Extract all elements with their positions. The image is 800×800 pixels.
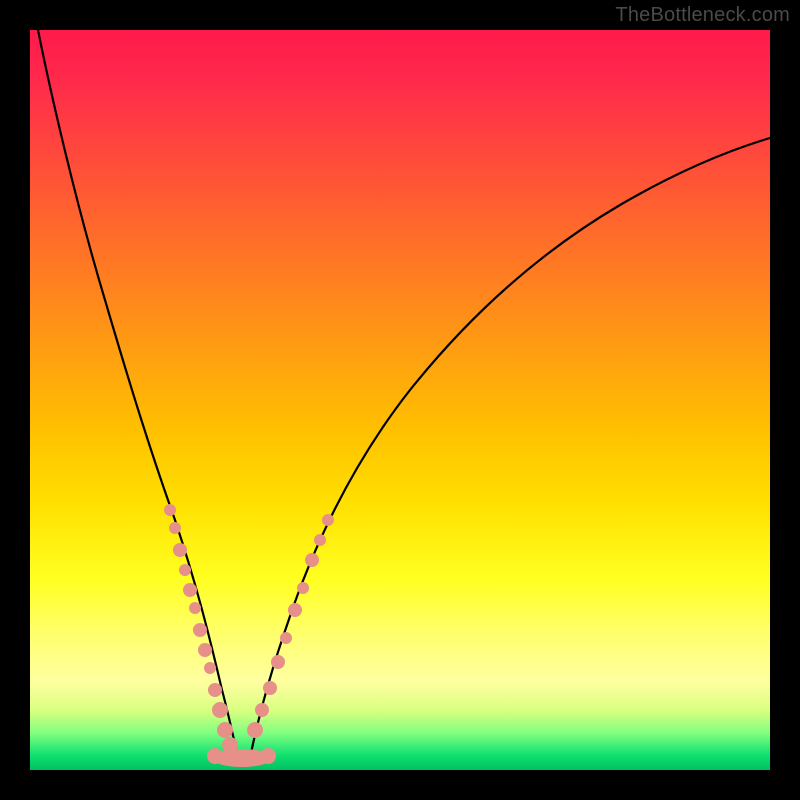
- dot-left: [193, 623, 207, 637]
- dot-bottom: [207, 748, 223, 764]
- chart-frame: TheBottleneck.com: [0, 0, 800, 800]
- dot-left: [212, 702, 228, 718]
- plot-area: [30, 30, 770, 770]
- dot-right: [263, 681, 277, 695]
- dot-right: [297, 582, 309, 594]
- dot-bottom: [260, 748, 276, 764]
- dot-left: [217, 722, 233, 738]
- dot-left: [179, 564, 191, 576]
- dot-right: [247, 722, 263, 738]
- dot-right: [271, 655, 285, 669]
- dot-left: [169, 522, 181, 534]
- dot-left: [164, 504, 176, 516]
- dot-right: [314, 534, 326, 546]
- watermark-text: TheBottleneck.com: [615, 4, 790, 27]
- dot-left: [198, 643, 212, 657]
- dot-left: [183, 583, 197, 597]
- dot-left: [208, 683, 222, 697]
- dot-right: [288, 603, 302, 617]
- dot-left: [204, 662, 216, 674]
- dot-right: [255, 703, 269, 717]
- dot-left: [173, 543, 187, 557]
- curve-svg: [30, 30, 770, 770]
- bottleneck-curve: [38, 30, 770, 762]
- dot-right: [322, 514, 334, 526]
- dot-left: [189, 602, 201, 614]
- dot-right: [280, 632, 292, 644]
- dot-right: [305, 553, 319, 567]
